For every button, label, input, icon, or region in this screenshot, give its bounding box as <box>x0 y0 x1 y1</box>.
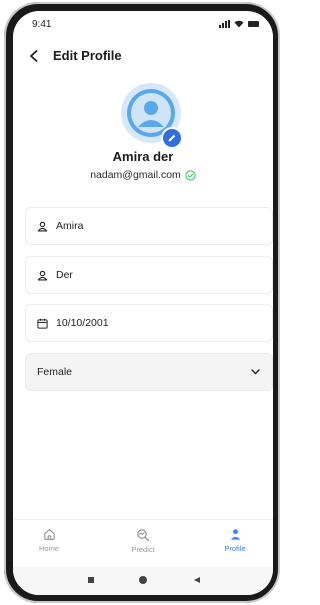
status-icons <box>219 20 259 28</box>
nav-label-profile: Profile <box>224 544 246 553</box>
avatar-container <box>121 83 183 149</box>
person-icon <box>37 221 48 231</box>
predict-icon <box>137 529 150 542</box>
user-name: Amira der <box>112 149 174 164</box>
calendar-icon <box>37 318 48 329</box>
user-email: nadam@gmail.com <box>90 169 181 181</box>
back-button-icon[interactable] <box>193 576 201 584</box>
status-bar: 9:41 <box>13 11 273 33</box>
edit-avatar-button[interactable] <box>161 127 183 149</box>
user-email-row: nadam@gmail.com <box>13 169 273 181</box>
screen: 9:41 Edit Profile Amira der nadam@gmail.… <box>13 11 273 595</box>
home-button-icon[interactable] <box>138 575 148 585</box>
battery-icon <box>248 21 259 27</box>
nav-item-home[interactable]: Home <box>23 528 75 553</box>
nav-label-home: Home <box>38 544 59 553</box>
back-arrow-icon[interactable] <box>27 49 41 63</box>
home-icon <box>43 529 55 540</box>
nav-label-predict: Predict <box>131 545 155 554</box>
signal-icon <box>219 20 230 28</box>
recent-apps-icon[interactable] <box>87 576 95 584</box>
wifi-icon <box>234 20 244 28</box>
verified-check-icon <box>185 169 196 181</box>
nav-item-profile[interactable]: Profile <box>209 528 261 553</box>
nav-item-predict[interactable]: Predict <box>117 528 169 554</box>
page-title: Edit Profile <box>53 48 122 63</box>
bottom-nav: Home Predict Profile <box>13 519 273 567</box>
first-name-field[interactable]: Amira <box>25 207 273 245</box>
last-name-field[interactable]: Der <box>25 256 273 294</box>
birth-date-value: 10/10/2001 <box>56 317 109 329</box>
person-icon <box>37 270 48 280</box>
first-name-value: Amira <box>56 220 84 232</box>
system-nav-bar <box>13 567 273 595</box>
gender-select[interactable]: Female <box>25 353 273 391</box>
profile-icon <box>230 529 240 540</box>
birth-date-field[interactable]: 10/10/2001 <box>25 304 273 342</box>
chevron-down-icon <box>251 369 260 375</box>
gender-value: Female <box>37 366 73 378</box>
status-time: 9:41 <box>32 19 52 30</box>
pencil-icon <box>168 134 176 142</box>
header: Edit Profile <box>27 48 122 63</box>
last-name-value: Der <box>56 269 73 281</box>
